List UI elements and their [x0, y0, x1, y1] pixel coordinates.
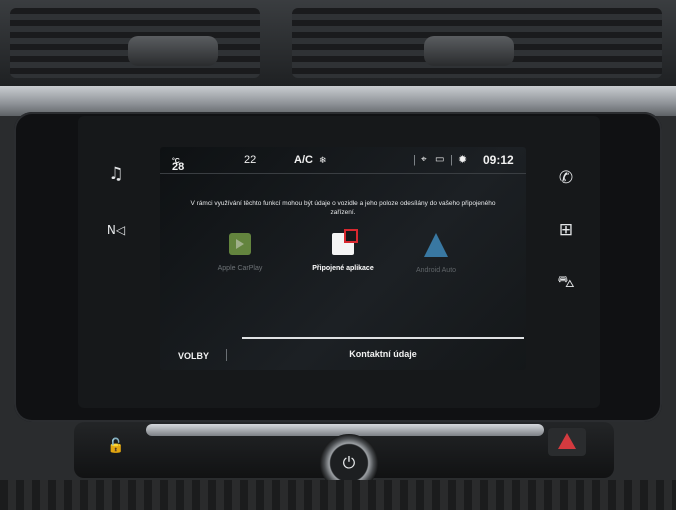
- vent-knob-left[interactable]: [128, 36, 218, 66]
- status-separator: |: [413, 154, 416, 166]
- music-icon[interactable]: ♫: [102, 160, 130, 188]
- connected-apps-icon: [332, 229, 358, 255]
- options-button[interactable]: VOLBY: [178, 351, 209, 361]
- power-icon: ⏻: [342, 453, 356, 472]
- tab-indicator: [242, 337, 524, 339]
- location-icon: ⌖: [421, 154, 427, 165]
- contact-info-button[interactable]: Kontaktní údaje: [242, 349, 524, 359]
- connected-apps-label: Připojené aplikace: [312, 265, 374, 272]
- bottom-divider: [226, 349, 227, 361]
- message-icon: ▭: [435, 154, 445, 165]
- ac-label[interactable]: A/C: [294, 154, 313, 166]
- apple-carplay-app[interactable]: Apple CarPlay: [190, 233, 290, 272]
- carplay-icon: [229, 233, 251, 255]
- status-bar: 28 °C 22 A/C ❄ | ⌖ ▭ | ✹ 09:12: [160, 147, 526, 174]
- android-auto-app[interactable]: Android Auto: [386, 233, 486, 274]
- cabin-temperature[interactable]: 28 °C: [172, 154, 184, 173]
- fan-level[interactable]: 22: [244, 154, 256, 166]
- settings-gear-icon[interactable]: ✹: [458, 153, 467, 166]
- car-icon[interactable]: ⛍: [552, 268, 580, 296]
- clock: 09:12: [483, 153, 514, 167]
- navigation-icon[interactable]: N◁: [102, 216, 130, 244]
- apps-grid-icon[interactable]: ⊞: [552, 216, 580, 244]
- connected-apps-app[interactable]: Připojené aplikace: [293, 229, 393, 272]
- bottom-bar: VOLBY Kontaktní údaje: [160, 337, 526, 370]
- android-auto-label: Android Auto: [415, 267, 457, 274]
- status-separator-2: |: [450, 154, 453, 166]
- dashboard-top: [0, 0, 676, 92]
- floor-mat: [0, 480, 676, 510]
- privacy-notice: V rámci využívání těchto funkcí mohou bý…: [190, 200, 496, 216]
- lock-icon[interactable]: 🔓: [100, 434, 132, 458]
- carplay-label: Apple CarPlay: [217, 265, 263, 272]
- ac-snowflake-icon: ❄: [319, 155, 327, 165]
- display-screen: 28 °C 22 A/C ❄ | ⌖ ▭ | ✹ 09:12 V rámci vy…: [160, 147, 526, 370]
- vent-knob-right[interactable]: [424, 36, 514, 66]
- hazard-button[interactable]: [548, 428, 586, 456]
- android-auto-icon: [424, 233, 448, 257]
- phone-icon[interactable]: ✆: [552, 164, 580, 192]
